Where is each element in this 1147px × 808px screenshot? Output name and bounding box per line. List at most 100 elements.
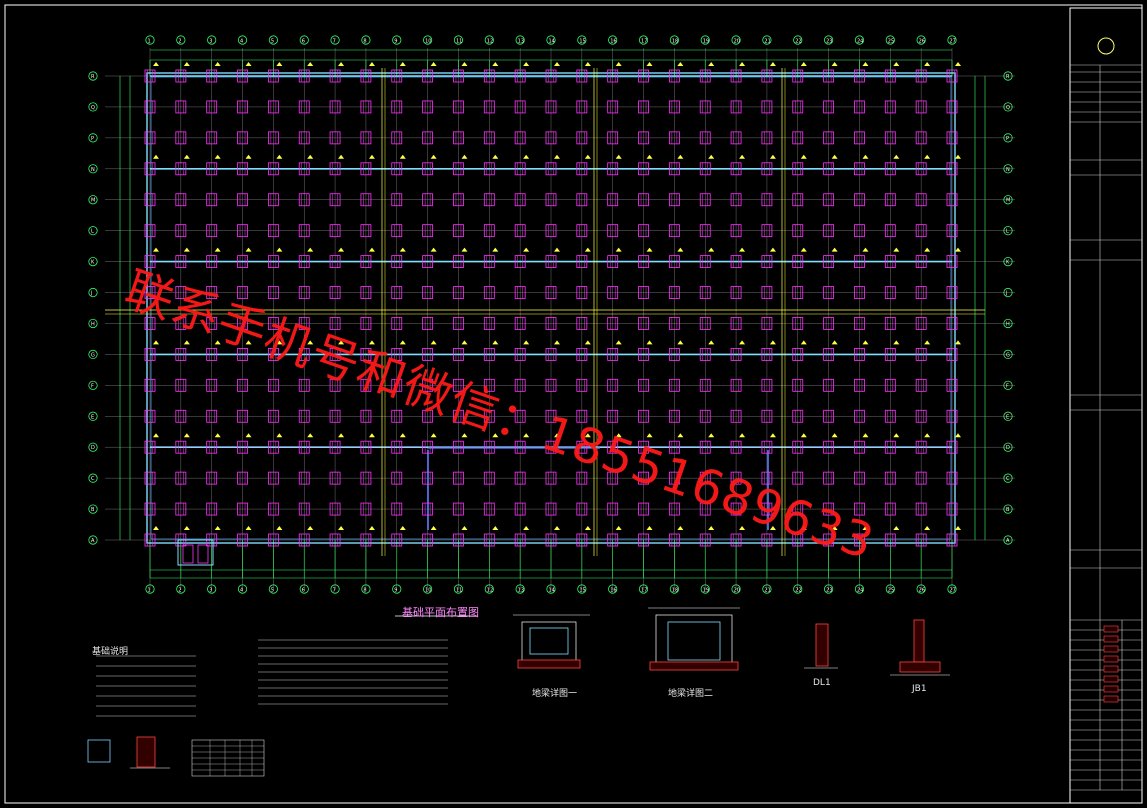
level-marker — [307, 247, 314, 252]
jb1-column — [913, 619, 925, 663]
row-axis-label: C — [91, 476, 95, 482]
level-marker — [646, 62, 653, 66]
level-marker — [492, 62, 499, 66]
level-marker — [399, 247, 406, 252]
level-marker — [708, 433, 715, 438]
column-axis-label: 15 — [579, 588, 585, 594]
level-marker — [862, 62, 869, 66]
level-marker — [739, 433, 746, 438]
cad-drawing-canvas: 1 1 2 2 3 3 4 4 5 5 6 6 7 7 8 8 9 9 10 10 11 11 12 12 13 13 14 14 15… — [0, 0, 1147, 808]
level-marker — [831, 247, 838, 252]
column-axis-label: 23 — [826, 39, 832, 45]
level-marker — [523, 526, 530, 530]
column-axis-label: 26 — [919, 39, 925, 45]
level-marker — [183, 154, 190, 159]
title-block-red-cell — [1103, 695, 1119, 703]
column-axis-label: 12 — [487, 588, 493, 594]
row-axis-label: H — [91, 321, 95, 327]
level-marker — [893, 340, 900, 345]
row-axis-label: M — [1006, 198, 1010, 204]
level-marker — [554, 62, 560, 66]
level-marker — [368, 526, 375, 530]
level-marker — [862, 340, 869, 345]
detail-one-footing — [517, 659, 581, 669]
row-axis-label: F — [1006, 383, 1009, 389]
column-axis-label: 2 — [178, 588, 181, 594]
detail-two-footing — [649, 661, 739, 671]
column-axis-label: 8 — [363, 588, 366, 594]
level-marker — [338, 154, 345, 159]
level-marker — [677, 526, 684, 530]
detail-one-inner — [529, 627, 569, 655]
column-axis-label: 8 — [363, 39, 366, 45]
column-axis-label: 19 — [703, 588, 709, 594]
level-marker — [615, 62, 622, 66]
title-block-red-cell — [1103, 625, 1119, 633]
level-marker — [955, 526, 961, 530]
column-axis-label: 2 — [178, 39, 181, 45]
jb1-footing — [899, 661, 941, 673]
detail-label-1: 地梁详图一 — [532, 689, 578, 699]
column-axis-label: 20 — [734, 39, 740, 45]
level-marker — [584, 340, 591, 345]
column-axis-label: 6 — [302, 39, 305, 45]
level-marker — [430, 340, 437, 345]
notes-title: 基础说明 — [92, 647, 129, 657]
row-axis-label: E — [1006, 414, 1009, 420]
level-marker — [893, 62, 900, 66]
column-axis-label: 25 — [888, 39, 894, 45]
row-axis-label: Q — [1006, 105, 1010, 111]
level-marker — [554, 154, 560, 159]
column-axis-label: 27 — [950, 39, 956, 45]
level-marker — [461, 154, 468, 159]
level-marker — [430, 526, 437, 530]
level-marker — [245, 62, 252, 66]
level-marker — [523, 62, 530, 66]
level-marker — [430, 247, 437, 252]
level-marker — [800, 433, 807, 438]
level-marker — [739, 154, 746, 159]
level-marker — [214, 433, 221, 438]
column-axis-label: 10 — [425, 588, 431, 594]
level-marker — [214, 62, 221, 66]
column-axis-label: 9 — [394, 39, 397, 45]
row-axis-label: L — [1006, 229, 1009, 235]
level-marker — [245, 247, 252, 252]
level-marker — [554, 526, 560, 530]
level-marker — [584, 247, 591, 252]
level-marker — [153, 526, 159, 530]
level-marker — [338, 526, 345, 530]
row-axis-label: D — [1006, 445, 1010, 451]
row-axis-label: K — [91, 260, 95, 266]
level-marker — [677, 247, 684, 252]
row-axis-label: N — [91, 167, 95, 173]
level-marker — [769, 62, 776, 66]
level-marker — [461, 62, 468, 66]
level-marker — [183, 433, 190, 438]
level-marker — [955, 433, 961, 438]
row-axis-label: Q — [91, 105, 95, 111]
level-marker — [276, 62, 283, 66]
level-marker — [492, 340, 499, 345]
level-marker — [183, 526, 190, 530]
level-marker — [399, 62, 406, 66]
column-axis-label: 14 — [549, 39, 555, 45]
title-block-red-cell — [1103, 645, 1119, 653]
level-marker — [276, 526, 283, 530]
level-marker — [338, 247, 345, 252]
level-marker — [276, 247, 283, 252]
level-marker — [214, 154, 221, 159]
row-axis-label: F — [91, 383, 94, 389]
row-axis-label: B — [91, 507, 95, 513]
column-axis-label: 5 — [271, 588, 274, 594]
level-marker — [955, 247, 961, 252]
column-axis-label: 21 — [764, 588, 770, 594]
plan-title: 基础平面布置图 — [402, 606, 479, 619]
stair-pit-cap — [197, 544, 209, 564]
stair-pit-cap — [182, 544, 194, 564]
level-marker — [307, 62, 314, 66]
level-marker — [924, 340, 931, 345]
column-axis-label: 5 — [271, 39, 274, 45]
level-marker — [153, 154, 159, 159]
row-axis-label: K — [1006, 260, 1010, 266]
